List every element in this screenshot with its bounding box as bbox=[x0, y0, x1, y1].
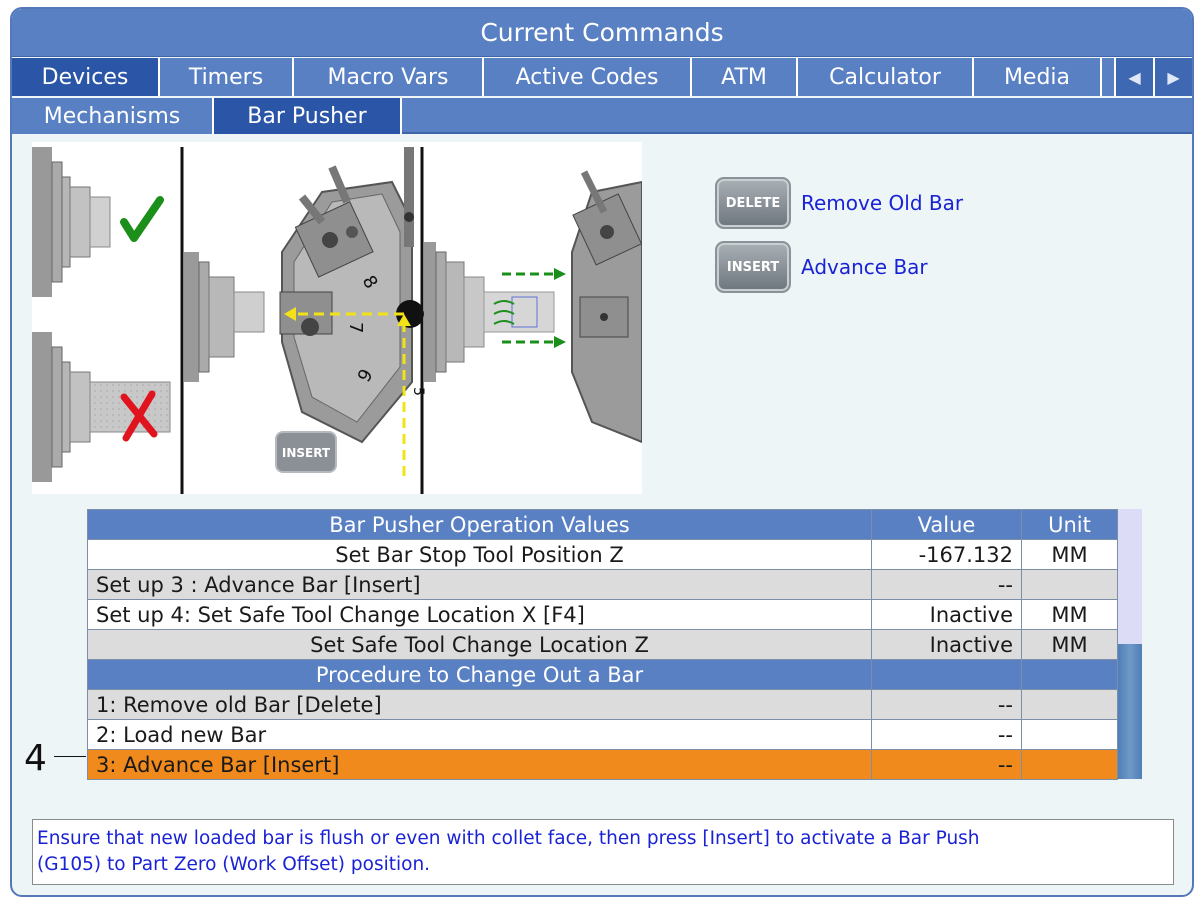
advance-bar-label: Advance Bar bbox=[801, 255, 928, 279]
row-value[interactable]: Inactive bbox=[871, 599, 1022, 630]
table-row[interactable]: Set Safe Tool Change Location Z Inactive… bbox=[87, 629, 1118, 660]
insert-key-icon: INSERT bbox=[275, 431, 337, 473]
tab-timers[interactable]: Timers bbox=[160, 58, 294, 96]
row-name: Set Safe Tool Change Location Z bbox=[87, 629, 872, 660]
row-name: 3: Advance Bar [Insert] bbox=[87, 749, 872, 780]
remove-old-bar-label: Remove Old Bar bbox=[801, 191, 964, 215]
tab-scroll-arrows: ◀ ▶ bbox=[1114, 58, 1192, 96]
tab-media[interactable]: Media bbox=[974, 58, 1102, 96]
message-line-2: (G105) to Part Zero (Work Offset) positi… bbox=[37, 854, 431, 875]
table-row[interactable]: 2: Load new Bar -- bbox=[87, 719, 1118, 750]
row-unit bbox=[1021, 719, 1118, 750]
table-scrollbar[interactable] bbox=[1118, 509, 1142, 779]
legend-row-delete: DELETE Remove Old Bar bbox=[715, 177, 963, 229]
section-title: Procedure to Change Out a Bar bbox=[87, 659, 872, 690]
sub-tab-bar: Mechanisms Bar Pusher bbox=[12, 98, 1192, 134]
tab-atm[interactable]: ATM bbox=[692, 58, 798, 96]
scroll-left-icon[interactable]: ◀ bbox=[1114, 58, 1153, 96]
subtab-bar-pusher[interactable]: Bar Pusher bbox=[214, 98, 402, 134]
table-row[interactable]: 1: Remove old Bar [Delete] -- bbox=[87, 689, 1118, 720]
callout-leader-line bbox=[54, 756, 86, 757]
table-row[interactable]: Set up 4: Set Safe Tool Change Location … bbox=[87, 599, 1118, 630]
bar-pusher-illustration: 8 7 6 5 INSERT bbox=[32, 142, 643, 494]
row-unit: MM bbox=[1021, 629, 1118, 660]
row-value[interactable]: -- bbox=[871, 749, 1022, 780]
scrollbar-thumb[interactable] bbox=[1118, 644, 1142, 779]
row-name: 1: Remove old Bar [Delete] bbox=[87, 689, 872, 720]
tab-macro-vars[interactable]: Macro Vars bbox=[294, 58, 484, 96]
table-header-row: Bar Pusher Operation Values Value Unit bbox=[87, 509, 1118, 540]
row-unit bbox=[1021, 689, 1118, 720]
svg-text:5: 5 bbox=[410, 387, 426, 396]
current-commands-window: Current Commands Devices Timers Macro Va… bbox=[10, 7, 1194, 897]
main-tab-bar: Devices Timers Macro Vars Active Codes A… bbox=[12, 58, 1192, 96]
row-value[interactable]: Inactive bbox=[871, 629, 1022, 660]
delete-key-icon: DELETE bbox=[715, 177, 791, 229]
insert-key-icon: INSERT bbox=[715, 241, 791, 293]
row-name: Set up 3 : Advance Bar [Insert] bbox=[87, 569, 872, 600]
row-value[interactable]: -167.132 bbox=[871, 539, 1022, 570]
row-value[interactable]: -- bbox=[871, 569, 1022, 600]
table-row[interactable]: Set up 3 : Advance Bar [Insert] -- bbox=[87, 569, 1118, 600]
row-name: Set Bar Stop Tool Position Z bbox=[87, 539, 872, 570]
row-value bbox=[871, 659, 1022, 690]
subtab-mechanisms[interactable]: Mechanisms bbox=[12, 98, 214, 134]
bar-pusher-values-table: Bar Pusher Operation Values Value Unit S… bbox=[87, 509, 1118, 780]
tab-calculator[interactable]: Calculator bbox=[798, 58, 974, 96]
spindle-correct bbox=[32, 147, 111, 297]
section-header-row: Procedure to Change Out a Bar bbox=[87, 659, 1118, 690]
callout-number: 4 bbox=[24, 738, 47, 779]
window-title: Current Commands bbox=[12, 9, 1192, 57]
tab-devices[interactable]: Devices bbox=[12, 58, 160, 96]
row-value[interactable]: -- bbox=[871, 689, 1022, 720]
message-line-1: Ensure that new loaded bar is flush or e… bbox=[37, 828, 980, 849]
check-icon bbox=[120, 196, 164, 242]
column-header-name: Bar Pusher Operation Values bbox=[87, 509, 872, 540]
message-box: Ensure that new loaded bar is flush or e… bbox=[32, 819, 1174, 885]
row-unit bbox=[1021, 659, 1118, 690]
row-name: Set up 4: Set Safe Tool Change Location … bbox=[87, 599, 872, 630]
legend-row-insert: INSERT Advance Bar bbox=[715, 241, 963, 293]
row-value[interactable]: -- bbox=[871, 719, 1022, 750]
illustration-insert-label: INSERT bbox=[282, 446, 331, 460]
row-unit bbox=[1021, 569, 1118, 600]
row-unit bbox=[1021, 749, 1118, 780]
tab-active-codes[interactable]: Active Codes bbox=[484, 58, 692, 96]
column-header-unit: Unit bbox=[1021, 509, 1118, 540]
table-row-selected[interactable]: 3: Advance Bar [Insert] -- bbox=[87, 749, 1118, 780]
row-name: 2: Load new Bar bbox=[87, 719, 872, 750]
key-legend: DELETE Remove Old Bar INSERT Advance Bar bbox=[715, 177, 963, 305]
scroll-right-icon[interactable]: ▶ bbox=[1153, 58, 1192, 96]
column-header-value: Value bbox=[871, 509, 1022, 540]
advance-bar-panel bbox=[424, 170, 643, 444]
table-row[interactable]: Set Bar Stop Tool Position Z -167.132 MM bbox=[87, 539, 1118, 570]
row-unit: MM bbox=[1021, 539, 1118, 570]
spindle-incorrect bbox=[32, 332, 171, 482]
row-unit: MM bbox=[1021, 599, 1118, 630]
svg-text:7: 7 bbox=[345, 322, 366, 333]
